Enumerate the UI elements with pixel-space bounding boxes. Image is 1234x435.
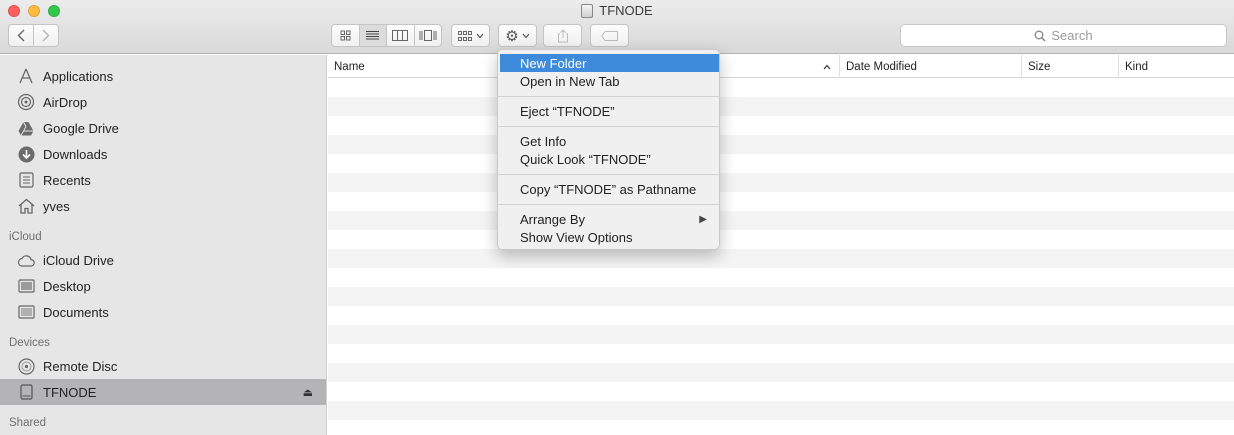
list-view-icon bbox=[366, 31, 380, 40]
desktop-icon bbox=[17, 277, 35, 295]
empty-file-rows[interactable] bbox=[328, 78, 1234, 435]
window-title-text: TFNODE bbox=[599, 3, 653, 18]
icon-view-icon bbox=[340, 30, 351, 41]
cover-flow-icon bbox=[419, 30, 437, 41]
column-header-size[interactable]: Size bbox=[1022, 55, 1119, 78]
sidebar-item-desktop[interactable]: Desktop bbox=[0, 273, 326, 299]
sidebar-item-label: Remote Disc bbox=[43, 358, 118, 374]
menu-item-arrange-by[interactable]: Arrange By ▶ bbox=[500, 210, 719, 228]
sidebar-item-applications[interactable]: Applications bbox=[0, 63, 326, 89]
sidebar-section-icloud: iCloud bbox=[9, 231, 42, 243]
icon-view-button[interactable] bbox=[332, 25, 359, 46]
forward-button[interactable] bbox=[33, 25, 58, 46]
menu-item-open-in-new-tab[interactable]: Open in New Tab bbox=[500, 72, 719, 90]
cover-flow-button[interactable] bbox=[413, 25, 442, 46]
arrange-button[interactable] bbox=[451, 24, 490, 47]
sidebar-item-airdrop[interactable]: AirDrop bbox=[0, 89, 326, 115]
window-toolbar: TFNODE ⚙ Search bbox=[0, 0, 1234, 54]
column-header-date-modified[interactable]: Date Modified bbox=[840, 55, 1022, 78]
sidebar-item-downloads[interactable]: Downloads bbox=[0, 141, 326, 167]
menu-separator bbox=[498, 126, 719, 127]
sidebar-item-label: Documents bbox=[43, 304, 109, 320]
drive-icon bbox=[17, 383, 35, 401]
sidebar-item-recents[interactable]: Recents bbox=[0, 167, 326, 193]
tag-button[interactable] bbox=[590, 24, 629, 47]
sidebar-item-label: Applications bbox=[43, 68, 114, 84]
drive-icon bbox=[581, 3, 594, 18]
menu-separator bbox=[498, 204, 719, 205]
tag-icon bbox=[600, 30, 618, 41]
search-icon bbox=[1034, 30, 1046, 42]
sidebar: Applications AirDrop Google Drive Downlo… bbox=[0, 55, 327, 435]
recents-icon bbox=[17, 171, 35, 189]
documents-icon bbox=[17, 303, 35, 321]
menu-separator bbox=[498, 174, 719, 175]
share-button[interactable] bbox=[543, 24, 582, 47]
chevron-down-icon bbox=[522, 33, 530, 38]
menu-item-new-folder[interactable]: New Folder bbox=[500, 54, 719, 72]
sidebar-section-devices: Devices bbox=[9, 337, 50, 349]
menu-item-quick-look[interactable]: Quick Look “TFNODE” bbox=[500, 150, 719, 168]
sidebar-section-shared: Shared bbox=[9, 417, 47, 429]
column-headers: Name Date Modified Size Kind bbox=[328, 55, 1234, 78]
downloads-icon bbox=[17, 145, 35, 163]
sidebar-item-label: Google Drive bbox=[43, 120, 119, 136]
sidebar-item-google-drive[interactable]: Google Drive bbox=[0, 115, 326, 141]
sidebar-item-label: Downloads bbox=[43, 146, 108, 162]
search-placeholder: Search bbox=[1051, 28, 1093, 43]
sidebar-item-label: Recents bbox=[43, 172, 91, 188]
airdrop-icon bbox=[17, 93, 35, 111]
menu-item-copy-pathname[interactable]: Copy “TFNODE” as Pathname bbox=[500, 180, 719, 198]
chevron-down-icon bbox=[476, 33, 483, 38]
menu-separator bbox=[498, 96, 719, 97]
submenu-arrow-icon: ▶ bbox=[699, 213, 707, 225]
column-view-button[interactable] bbox=[386, 25, 414, 46]
cloud-icon bbox=[17, 251, 35, 269]
back-button[interactable] bbox=[9, 25, 33, 46]
sidebar-item-label: iCloud Drive bbox=[43, 252, 114, 268]
column-header-kind[interactable]: Kind bbox=[1119, 55, 1234, 78]
disc-icon bbox=[17, 357, 35, 375]
chevron-left-icon bbox=[17, 29, 25, 42]
list-view-button[interactable] bbox=[358, 25, 386, 46]
sidebar-item-home[interactable]: yves bbox=[0, 193, 326, 219]
menu-item-show-view-options[interactable]: Show View Options bbox=[500, 228, 719, 246]
applications-icon bbox=[17, 67, 35, 85]
sidebar-item-label: AirDrop bbox=[43, 94, 88, 110]
chevron-right-icon bbox=[42, 29, 50, 42]
sidebar-item-label: Desktop bbox=[43, 278, 91, 294]
grid-icon bbox=[457, 30, 472, 41]
sidebar-item-documents[interactable]: Documents bbox=[0, 299, 326, 325]
menu-item-get-info[interactable]: Get Info bbox=[500, 132, 719, 150]
window-title: TFNODE bbox=[0, 3, 1234, 18]
view-mode-buttons bbox=[331, 24, 442, 47]
action-context-menu: New Folder Open in New Tab Eject “TFNODE… bbox=[497, 49, 720, 250]
eject-icon[interactable]: ⏏ bbox=[303, 386, 313, 399]
sidebar-item-remote-disc[interactable]: Remote Disc bbox=[0, 353, 326, 379]
column-view-icon bbox=[392, 30, 409, 41]
sidebar-item-tfnode[interactable]: TFNODE ⏏ bbox=[0, 379, 326, 405]
share-icon bbox=[557, 28, 568, 42]
sort-ascending-icon bbox=[823, 64, 831, 69]
menu-item-eject[interactable]: Eject “TFNODE” bbox=[500, 102, 719, 120]
home-icon bbox=[17, 197, 35, 215]
sidebar-item-label: TFNODE bbox=[43, 384, 97, 400]
google-drive-icon bbox=[17, 119, 35, 137]
sidebar-item-label: yves bbox=[43, 198, 70, 214]
file-list: Name Date Modified Size Kind bbox=[328, 55, 1234, 435]
navigation-buttons bbox=[8, 24, 59, 47]
gear-icon: ⚙ bbox=[505, 27, 519, 45]
search-field[interactable]: Search bbox=[900, 24, 1227, 47]
action-menu-button[interactable]: ⚙ bbox=[498, 24, 537, 47]
sidebar-item-icloud-drive[interactable]: iCloud Drive bbox=[0, 247, 326, 273]
